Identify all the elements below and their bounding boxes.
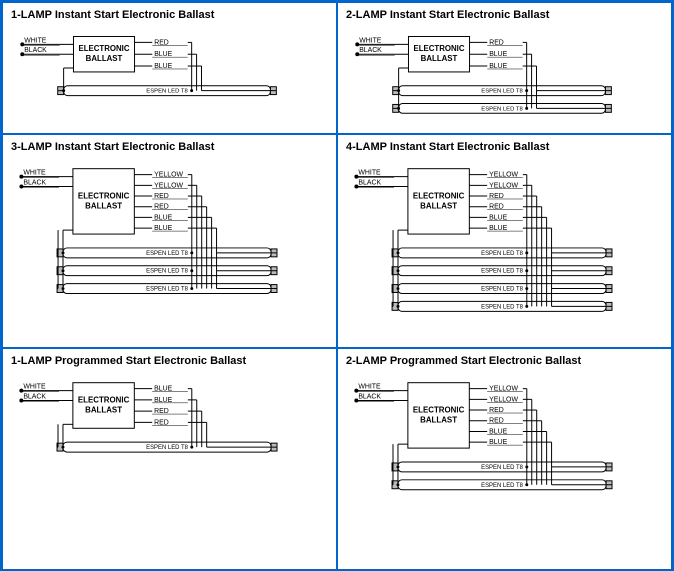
svg-text:ESPEN LED T8: ESPEN LED T8 bbox=[146, 251, 188, 257]
wiring-diagram-sheet: 1-LAMP Instant Start Electronic BallastE… bbox=[0, 0, 674, 571]
svg-text:BALLAST: BALLAST bbox=[420, 415, 457, 424]
svg-text:ELECTRONIC: ELECTRONIC bbox=[78, 396, 130, 405]
wiring-svg: ELECTRONICBALLASTWHITEBLACKYELLOWYELLOWR… bbox=[338, 349, 671, 570]
svg-text:ESPEN LED T8: ESPEN LED T8 bbox=[481, 269, 523, 275]
diagram-cell-3: 4-LAMP Instant Start Electronic BallastE… bbox=[337, 134, 672, 348]
svg-text:ELECTRONIC: ELECTRONIC bbox=[413, 191, 465, 200]
svg-text:WHITE: WHITE bbox=[24, 37, 47, 44]
svg-text:BLACK: BLACK bbox=[358, 394, 381, 401]
svg-text:ESPEN LED T8: ESPEN LED T8 bbox=[481, 304, 523, 310]
svg-text:ESPEN LED T8: ESPEN LED T8 bbox=[481, 287, 523, 293]
svg-text:ESPEN LED T8: ESPEN LED T8 bbox=[481, 89, 523, 95]
diagram-grid: 1-LAMP Instant Start Electronic BallastE… bbox=[2, 2, 672, 569]
diagram-cell-1: 2-LAMP Instant Start Electronic BallastE… bbox=[337, 2, 672, 134]
svg-text:WHITE: WHITE bbox=[23, 384, 46, 391]
svg-text:BLACK: BLACK bbox=[23, 394, 46, 401]
diagram-cell-4: 1-LAMP Programmed Start Electronic Balla… bbox=[2, 348, 337, 571]
svg-text:WHITE: WHITE bbox=[358, 384, 381, 391]
diagram-cell-2: 3-LAMP Instant Start Electronic BallastE… bbox=[2, 134, 337, 348]
svg-text:BALLAST: BALLAST bbox=[85, 405, 122, 414]
svg-text:ELECTRONIC: ELECTRONIC bbox=[78, 191, 130, 200]
svg-text:ESPEN LED T8: ESPEN LED T8 bbox=[146, 287, 188, 293]
svg-text:BALLAST: BALLAST bbox=[86, 54, 123, 63]
svg-text:BLACK: BLACK bbox=[358, 180, 381, 187]
svg-text:ESPEN LED T8: ESPEN LED T8 bbox=[146, 269, 188, 275]
svg-text:ESPEN LED T8: ESPEN LED T8 bbox=[481, 465, 523, 471]
svg-text:BLACK: BLACK bbox=[359, 47, 382, 54]
svg-text:ELECTRONIC: ELECTRONIC bbox=[78, 44, 129, 53]
svg-text:ESPEN LED T8: ESPEN LED T8 bbox=[146, 89, 188, 95]
diagram-cell-0: 1-LAMP Instant Start Electronic BallastE… bbox=[2, 2, 337, 134]
svg-text:ESPEN LED T8: ESPEN LED T8 bbox=[481, 483, 523, 489]
svg-text:BLACK: BLACK bbox=[24, 47, 47, 54]
svg-text:WHITE: WHITE bbox=[358, 170, 381, 177]
svg-text:BALLAST: BALLAST bbox=[420, 201, 457, 210]
svg-text:BALLAST: BALLAST bbox=[85, 201, 122, 210]
wiring-svg: ELECTRONICBALLASTWHITEBLACKYELLOWYELLOWR… bbox=[3, 135, 336, 347]
svg-text:BALLAST: BALLAST bbox=[421, 54, 458, 63]
svg-text:ELECTRONIC: ELECTRONIC bbox=[413, 44, 464, 53]
wiring-svg: ELECTRONICBALLASTWHITEBLACKREDBLUEBLUEES… bbox=[338, 3, 671, 133]
svg-text:BLACK: BLACK bbox=[23, 180, 46, 187]
diagram-cell-5: 2-LAMP Programmed Start Electronic Balla… bbox=[337, 348, 672, 571]
wiring-svg: ELECTRONICBALLASTWHITEBLACKREDBLUEBLUEES… bbox=[3, 3, 336, 133]
wiring-svg: ELECTRONICBALLASTWHITEBLACKYELLOWYELLOWR… bbox=[338, 135, 671, 347]
svg-text:ESPEN LED T8: ESPEN LED T8 bbox=[481, 251, 523, 257]
svg-text:ESPEN LED T8: ESPEN LED T8 bbox=[146, 445, 188, 451]
svg-text:WHITE: WHITE bbox=[359, 37, 382, 44]
svg-text:ELECTRONIC: ELECTRONIC bbox=[413, 405, 465, 414]
svg-text:ESPEN LED T8: ESPEN LED T8 bbox=[481, 106, 523, 112]
svg-text:WHITE: WHITE bbox=[23, 170, 46, 177]
wiring-svg: ELECTRONICBALLASTWHITEBLACKBLUEBLUEREDRE… bbox=[3, 349, 336, 570]
